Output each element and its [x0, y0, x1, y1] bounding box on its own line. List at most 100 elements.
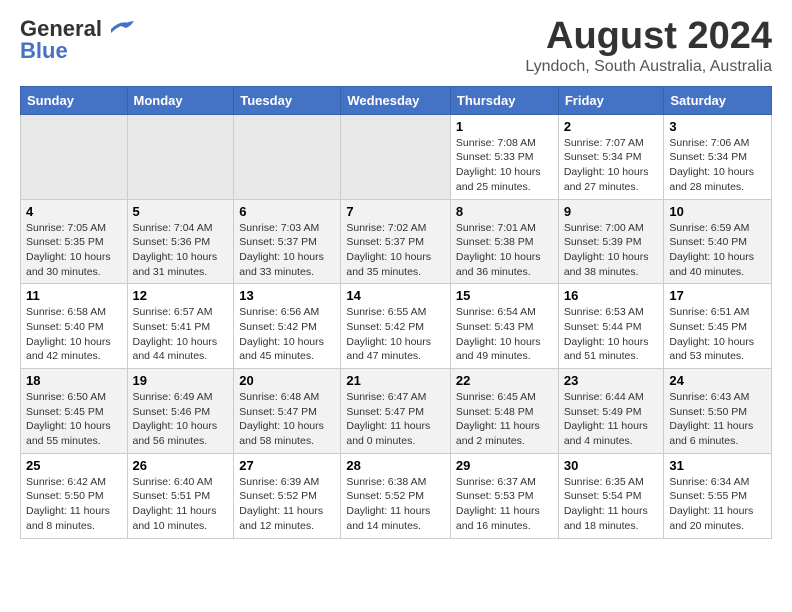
calendar-cell: 5 Sunrise: 7:04 AM Sunset: 5:36 PM Daylig… — [127, 199, 234, 284]
day-info: Sunrise: 7:08 AM Sunset: 5:33 PM Dayligh… — [456, 136, 553, 195]
day-number: 3 — [669, 119, 766, 134]
calendar-week-row: 1 Sunrise: 7:08 AM Sunset: 5:33 PM Daylig… — [21, 114, 772, 199]
day-info: Sunrise: 6:48 AM Sunset: 5:47 PM Dayligh… — [239, 390, 335, 449]
calendar-cell: 4 Sunrise: 7:05 AM Sunset: 5:35 PM Daylig… — [21, 199, 128, 284]
calendar-cell: 14Sunrise: 6:55 AM Sunset: 5:42 PM Dayli… — [341, 284, 451, 369]
calendar-cell: 12Sunrise: 6:57 AM Sunset: 5:41 PM Dayli… — [127, 284, 234, 369]
calendar-cell — [341, 114, 451, 199]
day-number: 13 — [239, 288, 335, 303]
calendar-cell: 23 Sunrise: 6:44 AM Sunset: 5:49 PM Dayli… — [558, 369, 664, 454]
day-number: 24 — [669, 373, 766, 388]
calendar-cell: 6 Sunrise: 7:03 AM Sunset: 5:37 PM Daylig… — [234, 199, 341, 284]
day-info: Sunrise: 6:59 AM Sunset: 5:40 PM Dayligh… — [669, 221, 766, 280]
calendar-cell: 22Sunrise: 6:45 AM Sunset: 5:48 PM Dayli… — [450, 369, 558, 454]
day-info: Sunrise: 6:40 AM Sunset: 5:51 PM Dayligh… — [133, 475, 229, 534]
day-number: 18 — [26, 373, 122, 388]
calendar-cell: 29 Sunrise: 6:37 AM Sunset: 5:53 PM Dayli… — [450, 453, 558, 538]
calendar-cell: 28 Sunrise: 6:38 AM Sunset: 5:52 PM Dayli… — [341, 453, 451, 538]
calendar-week-row: 25 Sunrise: 6:42 AM Sunset: 5:50 PM Dayli… — [21, 453, 772, 538]
day-number: 4 — [26, 204, 122, 219]
day-number: 31 — [669, 458, 766, 473]
day-number: 27 — [239, 458, 335, 473]
day-number: 6 — [239, 204, 335, 219]
calendar-table: SundayMondayTuesdayWednesdayThursdayFrid… — [20, 86, 772, 539]
calendar-cell — [21, 114, 128, 199]
day-info: Sunrise: 7:04 AM Sunset: 5:36 PM Dayligh… — [133, 221, 229, 280]
page-title: August 2024 — [525, 16, 772, 58]
calendar-cell: 10Sunrise: 6:59 AM Sunset: 5:40 PM Dayli… — [664, 199, 772, 284]
calendar-week-row: 18 Sunrise: 6:50 AM Sunset: 5:45 PM Dayli… — [21, 369, 772, 454]
day-info: Sunrise: 6:34 AM Sunset: 5:55 PM Dayligh… — [669, 475, 766, 534]
weekday-header-saturday: Saturday — [664, 86, 772, 114]
calendar-cell: 21 Sunrise: 6:47 AM Sunset: 5:47 PM Dayli… — [341, 369, 451, 454]
day-info: Sunrise: 7:00 AM Sunset: 5:39 PM Dayligh… — [564, 221, 659, 280]
day-number: 5 — [133, 204, 229, 219]
day-number: 21 — [346, 373, 445, 388]
day-info: Sunrise: 6:39 AM Sunset: 5:52 PM Dayligh… — [239, 475, 335, 534]
day-info: Sunrise: 7:07 AM Sunset: 5:34 PM Dayligh… — [564, 136, 659, 195]
day-number: 26 — [133, 458, 229, 473]
calendar-cell: 1 Sunrise: 7:08 AM Sunset: 5:33 PM Daylig… — [450, 114, 558, 199]
day-info: Sunrise: 6:47 AM Sunset: 5:47 PM Dayligh… — [346, 390, 445, 449]
day-info: Sunrise: 6:45 AM Sunset: 5:48 PM Dayligh… — [456, 390, 553, 449]
title-area: August 2024 Lyndoch, South Australia, Au… — [525, 16, 772, 76]
day-number: 14 — [346, 288, 445, 303]
calendar-cell: 3Sunrise: 7:06 AM Sunset: 5:34 PM Daylig… — [664, 114, 772, 199]
day-number: 25 — [26, 458, 122, 473]
calendar-cell: 16Sunrise: 6:53 AM Sunset: 5:44 PM Dayli… — [558, 284, 664, 369]
calendar-cell: 27 Sunrise: 6:39 AM Sunset: 5:52 PM Dayli… — [234, 453, 341, 538]
day-number: 8 — [456, 204, 553, 219]
calendar-cell: 17 Sunrise: 6:51 AM Sunset: 5:45 PM Dayli… — [664, 284, 772, 369]
day-info: Sunrise: 6:43 AM Sunset: 5:50 PM Dayligh… — [669, 390, 766, 449]
calendar-cell: 25 Sunrise: 6:42 AM Sunset: 5:50 PM Dayli… — [21, 453, 128, 538]
day-info: Sunrise: 6:35 AM Sunset: 5:54 PM Dayligh… — [564, 475, 659, 534]
calendar-cell: 15Sunrise: 6:54 AM Sunset: 5:43 PM Dayli… — [450, 284, 558, 369]
day-info: Sunrise: 6:44 AM Sunset: 5:49 PM Dayligh… — [564, 390, 659, 449]
calendar-cell: 2 Sunrise: 7:07 AM Sunset: 5:34 PM Daylig… — [558, 114, 664, 199]
calendar-cell: 30 Sunrise: 6:35 AM Sunset: 5:54 PM Dayli… — [558, 453, 664, 538]
calendar-week-row: 4 Sunrise: 7:05 AM Sunset: 5:35 PM Daylig… — [21, 199, 772, 284]
day-number: 11 — [26, 288, 122, 303]
day-info: Sunrise: 7:02 AM Sunset: 5:37 PM Dayligh… — [346, 221, 445, 280]
calendar-cell: 11 Sunrise: 6:58 AM Sunset: 5:40 PM Dayli… — [21, 284, 128, 369]
day-number: 9 — [564, 204, 659, 219]
day-info: Sunrise: 6:58 AM Sunset: 5:40 PM Dayligh… — [26, 305, 122, 364]
day-number: 1 — [456, 119, 553, 134]
logo-blue-text: Blue — [20, 38, 68, 64]
calendar-cell: 7 Sunrise: 7:02 AM Sunset: 5:37 PM Daylig… — [341, 199, 451, 284]
calendar-cell: 13 Sunrise: 6:56 AM Sunset: 5:42 PM Dayli… — [234, 284, 341, 369]
page-header: General Blue August 2024 Lyndoch, South … — [20, 16, 772, 76]
day-number: 29 — [456, 458, 553, 473]
calendar-cell: 18 Sunrise: 6:50 AM Sunset: 5:45 PM Dayli… — [21, 369, 128, 454]
day-info: Sunrise: 6:37 AM Sunset: 5:53 PM Dayligh… — [456, 475, 553, 534]
day-info: Sunrise: 6:54 AM Sunset: 5:43 PM Dayligh… — [456, 305, 553, 364]
calendar-cell: 8Sunrise: 7:01 AM Sunset: 5:38 PM Daylig… — [450, 199, 558, 284]
calendar-cell: 9 Sunrise: 7:00 AM Sunset: 5:39 PM Daylig… — [558, 199, 664, 284]
day-info: Sunrise: 6:51 AM Sunset: 5:45 PM Dayligh… — [669, 305, 766, 364]
day-number: 17 — [669, 288, 766, 303]
day-info: Sunrise: 6:38 AM Sunset: 5:52 PM Dayligh… — [346, 475, 445, 534]
logo-bird-icon — [106, 19, 136, 39]
day-info: Sunrise: 6:56 AM Sunset: 5:42 PM Dayligh… — [239, 305, 335, 364]
day-number: 30 — [564, 458, 659, 473]
day-number: 19 — [133, 373, 229, 388]
day-info: Sunrise: 7:03 AM Sunset: 5:37 PM Dayligh… — [239, 221, 335, 280]
weekday-header-sunday: Sunday — [21, 86, 128, 114]
day-info: Sunrise: 6:49 AM Sunset: 5:46 PM Dayligh… — [133, 390, 229, 449]
weekday-header-friday: Friday — [558, 86, 664, 114]
calendar-cell — [234, 114, 341, 199]
day-info: Sunrise: 7:05 AM Sunset: 5:35 PM Dayligh… — [26, 221, 122, 280]
day-number: 7 — [346, 204, 445, 219]
weekday-header-thursday: Thursday — [450, 86, 558, 114]
day-info: Sunrise: 6:53 AM Sunset: 5:44 PM Dayligh… — [564, 305, 659, 364]
day-number: 23 — [564, 373, 659, 388]
weekday-header-row: SundayMondayTuesdayWednesdayThursdayFrid… — [21, 86, 772, 114]
calendar-cell — [127, 114, 234, 199]
day-number: 28 — [346, 458, 445, 473]
page-subtitle: Lyndoch, South Australia, Australia — [525, 58, 772, 76]
day-number: 2 — [564, 119, 659, 134]
calendar-cell: 19 Sunrise: 6:49 AM Sunset: 5:46 PM Dayli… — [127, 369, 234, 454]
day-info: Sunrise: 6:42 AM Sunset: 5:50 PM Dayligh… — [26, 475, 122, 534]
day-info: Sunrise: 6:50 AM Sunset: 5:45 PM Dayligh… — [26, 390, 122, 449]
day-number: 20 — [239, 373, 335, 388]
